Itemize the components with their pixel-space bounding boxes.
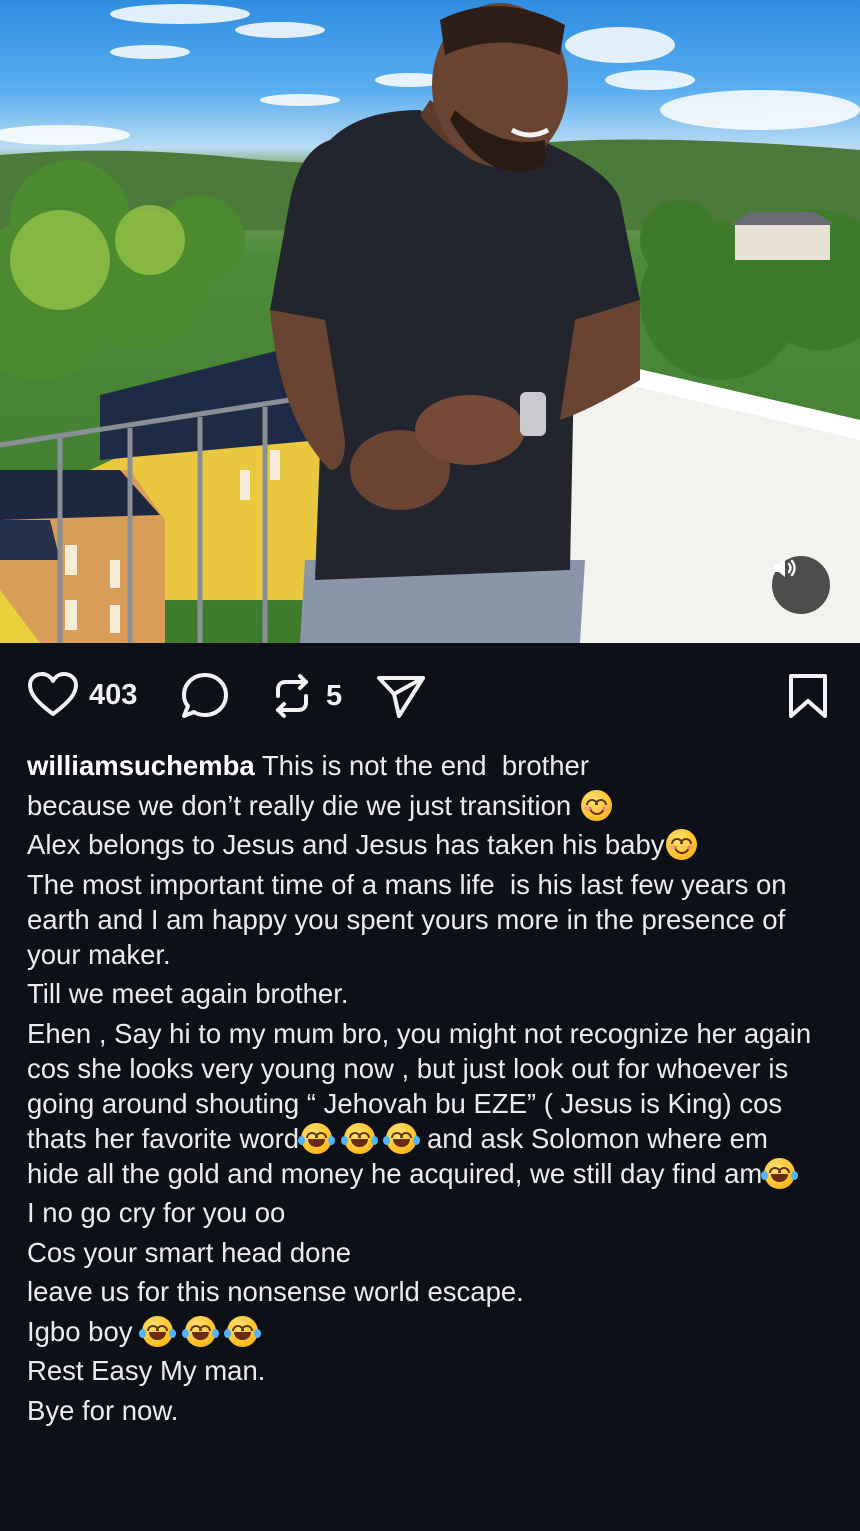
share-button[interactable] <box>375 672 427 720</box>
tears-of-joy-emoji-icon <box>224 1315 262 1347</box>
tears-of-joy-emoji-icon <box>181 1315 219 1347</box>
post-photo[interactable] <box>0 0 860 643</box>
caption-line: Igbo boy <box>27 1314 827 1349</box>
caption-line: Rest Easy My man. <box>27 1353 827 1388</box>
caption-text: The most important time of a mans life i… <box>27 868 795 970</box>
caption-line: I no go cry for you oo <box>27 1195 827 1230</box>
send-icon <box>377 676 425 718</box>
caption-text: leave us for this nonsense world escape. <box>27 1276 524 1307</box>
repost-icon <box>276 674 308 718</box>
heart-icon <box>28 672 78 716</box>
tears-of-joy-emoji-icon <box>383 1122 421 1154</box>
caption-line: leave us for this nonsense world escape. <box>27 1274 827 1309</box>
caption-text: Cos your smart head done <box>27 1236 352 1268</box>
caption-text: Igbo boy <box>27 1315 141 1347</box>
caption-line: Till we meet again brother. <box>27 976 827 1011</box>
tears-of-joy-emoji-icon <box>298 1122 336 1154</box>
caption-text: I no go cry for you oo <box>27 1197 286 1228</box>
caption-line: Cos your smart head done <box>27 1235 827 1270</box>
bookmark-icon <box>789 674 827 718</box>
repost-button[interactable]: 5 <box>268 672 342 720</box>
caption-text: Till we meet again brother. <box>27 978 349 1009</box>
comment-bubble-icon <box>182 673 228 718</box>
like-count: 403 <box>89 678 138 711</box>
like-button[interactable]: 403 <box>27 672 137 718</box>
caption-line: Bye for now. <box>27 1393 827 1428</box>
repost-count: 5 <box>326 679 343 712</box>
caption-text: Alex belongs to Jesus and Jesus has take… <box>27 829 665 860</box>
caption-line: The most important time of a mans life i… <box>27 867 827 972</box>
caption-text: Bye for now. <box>27 1394 179 1426</box>
caption-line: williamsuchemba This is not the end brot… <box>27 748 827 783</box>
smiling-face-emoji-icon <box>580 789 612 821</box>
caption-text: because we don’t really die we just tran… <box>27 789 579 821</box>
tears-of-joy-emoji-icon <box>139 1315 177 1347</box>
post-action-bar: 403 5 <box>0 662 860 732</box>
save-button[interactable] <box>786 672 830 720</box>
caption-line: Ehen , Say hi to my mum bro, you might n… <box>27 1016 827 1191</box>
tears-of-joy-emoji-icon <box>340 1122 378 1154</box>
post-caption: williamsuchemba This is not the end brot… <box>27 748 827 1432</box>
photo-illustration <box>0 3 860 643</box>
speaker-icon <box>774 559 796 577</box>
smiling-face-emoji-icon <box>666 829 698 860</box>
caption-text: Rest Easy My man. <box>27 1355 266 1386</box>
caption-line: Alex belongs to Jesus and Jesus has take… <box>27 827 827 862</box>
caption-text: This is not the end brother <box>254 750 590 781</box>
comment-button[interactable] <box>180 672 230 720</box>
audio-toggle-button[interactable] <box>772 556 830 614</box>
tears-of-joy-emoji-icon <box>761 1157 799 1189</box>
caption-line: because we don’t really die we just tran… <box>27 788 827 823</box>
post-username[interactable]: williamsuchemba <box>27 750 255 781</box>
